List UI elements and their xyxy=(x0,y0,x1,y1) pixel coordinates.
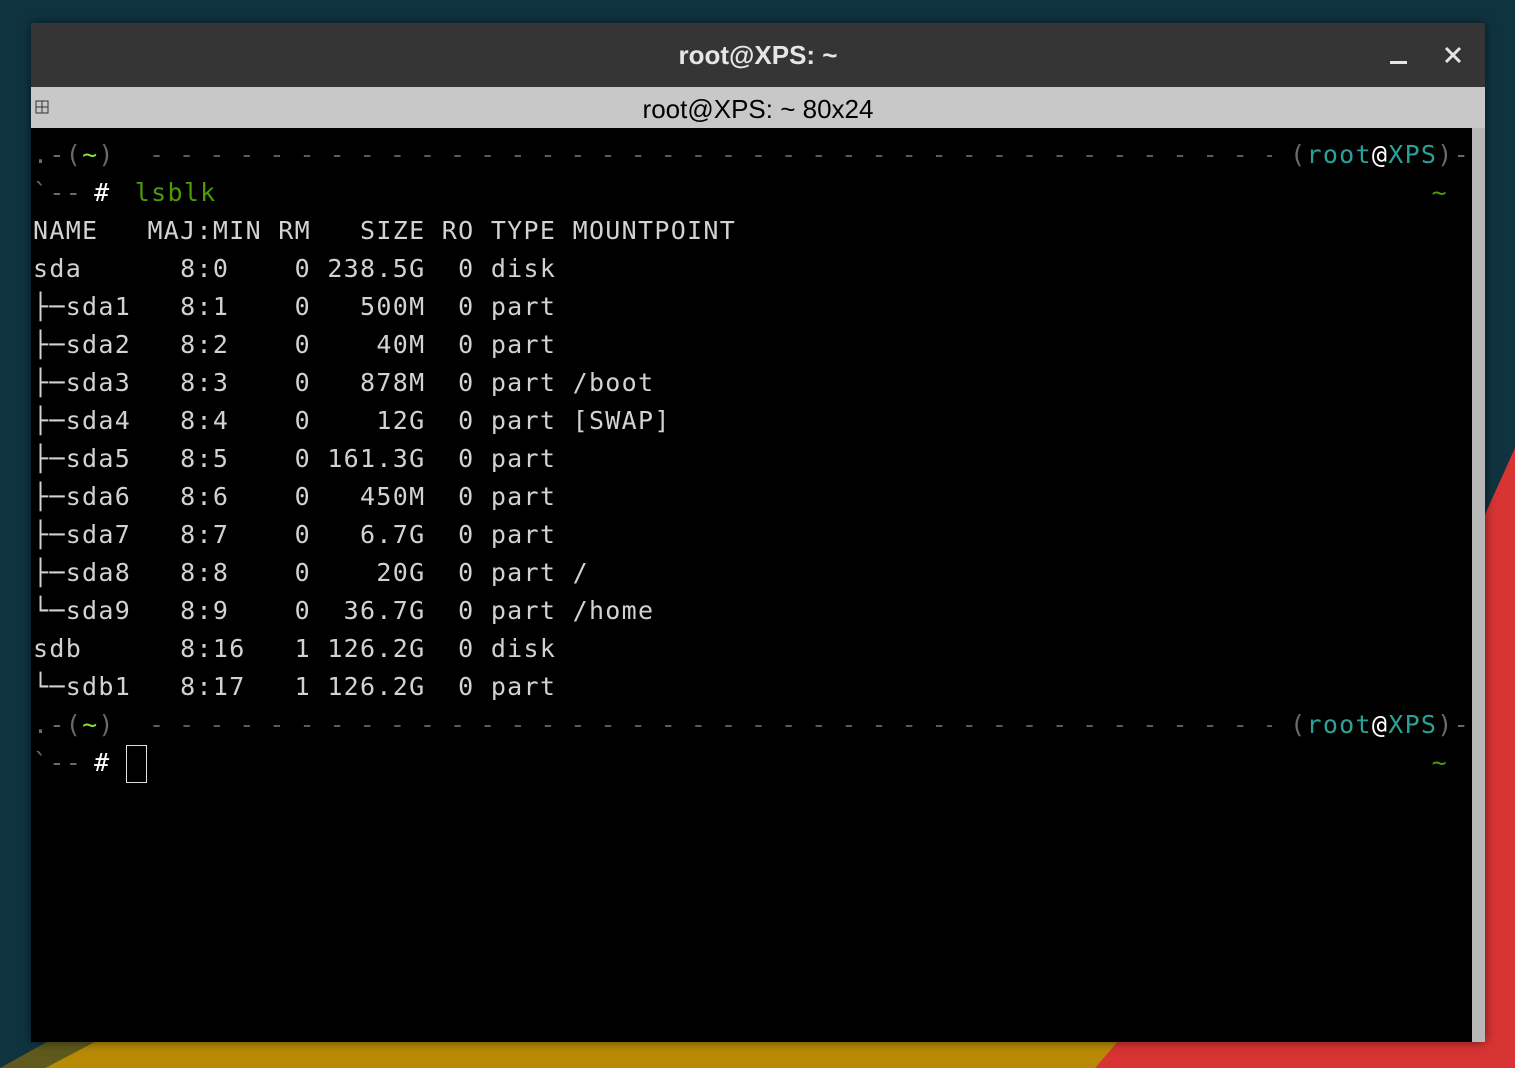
terminal-tab-bar: root@XPS: ~ 80x24 xyxy=(31,87,1485,128)
input-line[interactable]: `-- # xyxy=(33,744,148,783)
table-row: └─sdb1 8:17 1 126.2G 0 part xyxy=(33,672,573,701)
prompt-divider: - - - - - - - - - - - - - - - - - - - - … xyxy=(149,710,1272,739)
prompt-user-host: (root@XPS)- xyxy=(1290,710,1470,739)
prompt-divider: - - - - - - - - - - - - - - - - - - - - … xyxy=(149,140,1272,169)
table-row: └─sda9 8:9 0 36.7G 0 part /home xyxy=(33,596,655,625)
table-row: ├─sda5 8:5 0 161.3G 0 part xyxy=(33,444,573,473)
prompt-right-dir: ~ xyxy=(1431,748,1448,777)
table-row: ├─sda3 8:3 0 878M 0 part /boot xyxy=(33,368,655,397)
prompt-user-host: (root@XPS)- xyxy=(1290,140,1470,169)
table-row: sda 8:0 0 238.5G 0 disk xyxy=(33,254,573,283)
table-row: ├─sda1 8:1 0 500M 0 part xyxy=(33,292,573,321)
terminal-tab-title[interactable]: root@XPS: ~ 80x24 xyxy=(31,87,1485,128)
minimize-icon xyxy=(1390,61,1407,64)
terminal-output[interactable]: .-(~) - - - - - - - - - - - - - - - - - … xyxy=(31,128,1472,1042)
terminal-window: root@XPS: ~ root@XPS: ~ 80x24 .-(~) - - … xyxy=(31,23,1485,1042)
text-cursor[interactable] xyxy=(126,745,148,783)
close-icon xyxy=(1444,46,1462,64)
window-titlebar[interactable]: root@XPS: ~ xyxy=(31,23,1485,87)
window-title: root@XPS: ~ xyxy=(678,40,838,70)
command-text: lsblk xyxy=(134,178,217,207)
table-row: ├─sda6 8:6 0 450M 0 part xyxy=(33,482,573,511)
table-header: NAME MAJ:MIN RM SIZE RO TYPE MOUNTPOINT xyxy=(33,216,737,245)
table-row: sdb 8:16 1 126.2G 0 disk xyxy=(33,634,573,663)
prompt-top-line: .-(~) xyxy=(33,710,115,739)
minimize-button[interactable] xyxy=(1383,39,1415,71)
command-line: `-- # lsblk xyxy=(33,178,217,207)
table-row: ├─sda8 8:8 0 20G 0 part / xyxy=(33,558,589,587)
table-row: ├─sda7 8:7 0 6.7G 0 part xyxy=(33,520,573,549)
close-button[interactable] xyxy=(1437,39,1469,71)
prompt-top-line: .-(~) xyxy=(33,140,115,169)
prompt-right-dir: ~ xyxy=(1431,178,1448,207)
terminal-scrollbar[interactable] xyxy=(1472,128,1485,1042)
table-row: ├─sda2 8:2 0 40M 0 part xyxy=(33,330,573,359)
table-row: ├─sda4 8:4 0 12G 0 part [SWAP] xyxy=(33,406,671,435)
